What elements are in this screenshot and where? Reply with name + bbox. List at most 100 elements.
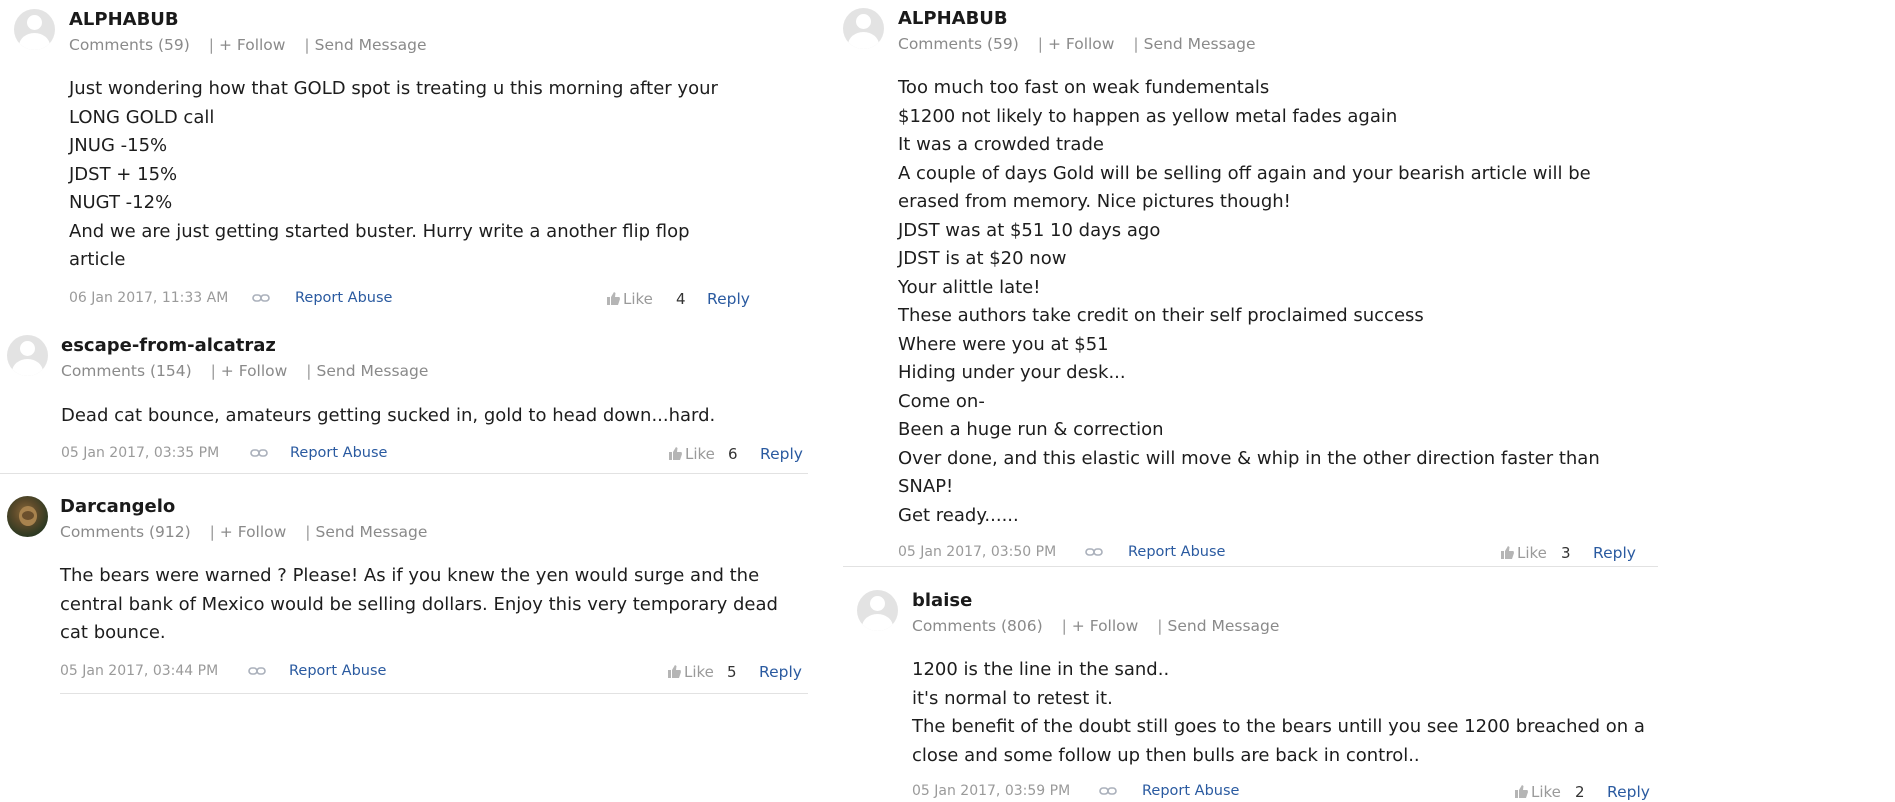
separator: | (1157, 617, 1163, 635)
comment-author[interactable]: ALPHABUB (69, 9, 179, 30)
comment-timestamp: 05 Jan 2017, 03:59 PM (912, 783, 1071, 799)
report-abuse-link[interactable]: Report Abuse (1142, 783, 1239, 799)
comment-timestamp: 05 Jan 2017, 03:50 PM (898, 544, 1057, 560)
like-count: 5 (727, 663, 737, 681)
comment-line: The benefit of the doubt still goes to t… (912, 716, 1645, 737)
comment-line: JDST was at $51 10 days ago (898, 219, 1161, 241)
comment-line: It was a crowded trade (898, 134, 1104, 155)
reply-button[interactable]: Reply (1593, 544, 1636, 562)
comment-count[interactable]: Comments (912) (60, 523, 191, 541)
comment-line: Get ready...... (898, 504, 1019, 526)
comment: blaise Comments (806) | + Follow | Send Me… (857, 590, 1677, 802)
like-button[interactable]: Like (1501, 544, 1547, 562)
send-message-button[interactable]: Send Message (317, 362, 429, 380)
comment-count[interactable]: Comments (154) (61, 362, 192, 380)
comment-author[interactable]: Darcangelo (60, 496, 175, 517)
comment-line: Hiding under your desk... (898, 362, 1126, 383)
comment-divider (60, 693, 808, 694)
reply-button[interactable]: Reply (760, 445, 803, 463)
like-button[interactable]: Like (668, 663, 714, 681)
comment-body: Just wondering how that GOLD spot is tre… (69, 75, 718, 275)
comment-author[interactable]: ALPHABUB (898, 8, 1008, 29)
like-label: Like (1531, 783, 1561, 801)
comment-body: The bears were warned ? Please! As if yo… (60, 562, 778, 648)
comment-author[interactable]: escape-from-alcatraz (61, 335, 276, 356)
separator: | (306, 362, 312, 380)
comment-meta: Comments (59) | + Follow | Send Message (69, 36, 433, 54)
comment-line: A couple of days Gold will be selling of… (898, 162, 1591, 184)
report-abuse-link[interactable]: Report Abuse (1128, 544, 1225, 560)
default-avatar-icon[interactable] (857, 590, 898, 631)
comment-author[interactable]: blaise (912, 590, 972, 611)
report-abuse-link[interactable]: Report Abuse (289, 663, 386, 679)
like-count: 4 (676, 290, 686, 308)
separator: | (1061, 617, 1067, 635)
comment-line: central bank of Mexico would be selling … (60, 593, 778, 615)
comment-line: And we are just getting started buster. … (69, 220, 690, 242)
comment-meta: Comments (806) | + Follow | Send Message (912, 617, 1285, 635)
like-label: Like (685, 445, 715, 463)
separator: | (1133, 35, 1139, 53)
permalink-icon[interactable] (1099, 786, 1117, 796)
comment-line: close and some follow up then bulls are … (912, 744, 1420, 766)
comment-line: SNAP! (898, 476, 954, 497)
like-button[interactable]: Like (669, 445, 715, 463)
permalink-icon[interactable] (1085, 547, 1103, 557)
comment-count[interactable]: Comments (806) (912, 617, 1043, 635)
reply-button[interactable]: Reply (1607, 783, 1650, 801)
default-avatar-icon[interactable] (14, 9, 55, 50)
comment-line: Over done, and this elastic will move & … (898, 447, 1600, 469)
comment-body: 1200 is the line in the sand.. it's norm… (912, 656, 1645, 770)
permalink-icon[interactable] (248, 666, 266, 676)
send-message-button[interactable]: Send Message (1144, 35, 1256, 53)
comment-line: Your alittle late! (898, 276, 1041, 298)
like-button[interactable]: Like (1515, 783, 1561, 801)
comment: escape-from-alcatraz Comments (154) | + F… (7, 335, 807, 465)
comment-line: These authors take credit on their self … (898, 305, 1424, 326)
report-abuse-link[interactable]: Report Abuse (290, 445, 387, 461)
reply-button[interactable]: Reply (707, 290, 750, 308)
default-avatar-icon[interactable] (843, 8, 884, 49)
comment: Darcangelo Comments (912) | + Follow | Sen… (7, 496, 807, 696)
comment-line: LONG GOLD call (69, 106, 215, 128)
comment-line: Dead cat bounce, amateurs getting sucked… (61, 405, 716, 426)
comment-line: JNUG -15% (69, 135, 168, 156)
report-abuse-link[interactable]: Report Abuse (295, 290, 392, 306)
reply-button[interactable]: Reply (759, 663, 802, 681)
comment-meta: Comments (59) | + Follow | Send Message (898, 35, 1262, 53)
comment-line: Come on- (898, 390, 985, 412)
send-message-button[interactable]: Send Message (1168, 617, 1280, 635)
thumbs-up-icon (607, 292, 620, 305)
like-button[interactable]: Like (607, 290, 653, 308)
comment-count[interactable]: Comments (59) (898, 35, 1019, 53)
comment-line: it's normal to retest it. (912, 687, 1113, 709)
permalink-icon[interactable] (252, 293, 270, 303)
comment-footer: 05 Jan 2017, 03:59 PM Report Abuse Like … (912, 783, 1672, 802)
send-message-button[interactable]: Send Message (315, 36, 427, 54)
user-avatar[interactable] (7, 496, 48, 537)
comment-count[interactable]: Comments (59) (69, 36, 190, 54)
thumbs-up-icon (668, 665, 681, 678)
comment-footer: 05 Jan 2017, 03:35 PM Report Abuse Like … (61, 445, 811, 465)
permalink-icon[interactable] (250, 448, 268, 458)
comment-line: 1200 is the line in the sand.. (912, 659, 1170, 680)
send-message-button[interactable]: Send Message (316, 523, 428, 541)
follow-button[interactable]: + Follow (1048, 35, 1115, 53)
comment-footer: 05 Jan 2017, 03:44 PM Report Abuse Like … (60, 663, 810, 683)
thumbs-up-icon (1515, 785, 1528, 798)
like-count: 6 (728, 445, 738, 463)
follow-button[interactable]: + Follow (1072, 617, 1139, 635)
comment-line: The bears were warned ? Please! As if yo… (60, 565, 760, 586)
default-avatar-icon[interactable] (7, 335, 48, 376)
comment-line: article (69, 249, 126, 270)
follow-button[interactable]: + Follow (220, 523, 287, 541)
comment-timestamp: 05 Jan 2017, 03:35 PM (61, 445, 220, 461)
follow-button[interactable]: + Follow (219, 36, 286, 54)
separator: | (1037, 35, 1043, 53)
comment-body: Too much too fast on weak fundementals $… (898, 74, 1600, 530)
comment: ALPHABUB Comments (59) | + Follow | Send M… (843, 8, 1663, 568)
separator: | (304, 36, 310, 54)
comment-line: Where were you at $51 (898, 333, 1109, 355)
like-label: Like (684, 663, 714, 681)
follow-button[interactable]: + Follow (221, 362, 288, 380)
